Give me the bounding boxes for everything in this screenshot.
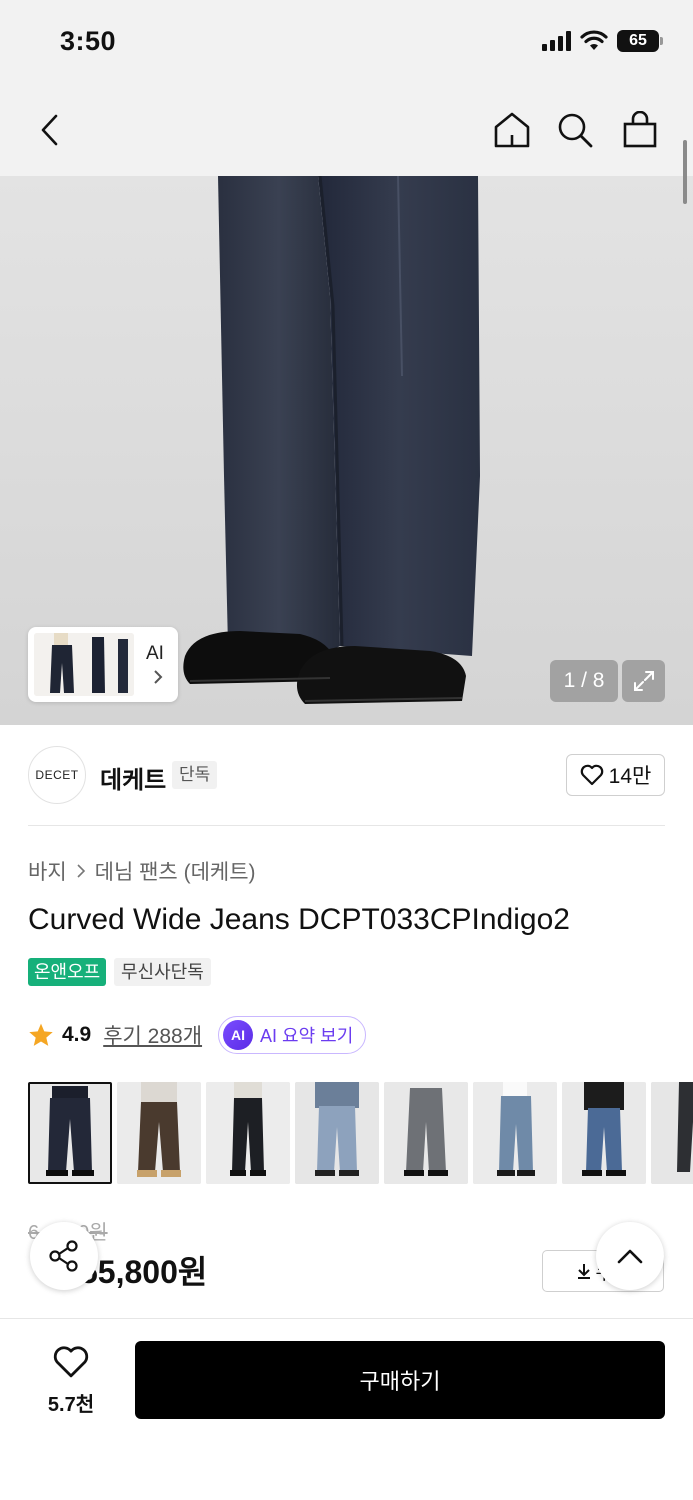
- bottom-action-bar: 5.7천 구매하기: [0, 1318, 693, 1500]
- breadcrumb-subcategory[interactable]: 데님 팬츠 (데케트): [95, 856, 256, 886]
- ai-badge-icon: AI: [223, 1020, 254, 1050]
- brand-like-count: 14만: [608, 765, 652, 788]
- breadcrumb: 바지 데님 팬츠 (데케트): [28, 856, 256, 886]
- brand-logo-text: DECET: [35, 768, 79, 782]
- brand-logo[interactable]: DECET: [28, 746, 86, 804]
- review-count-link[interactable]: 후기 288개: [103, 1020, 202, 1050]
- thumbnail-6[interactable]: [473, 1082, 557, 1184]
- star-icon: [29, 1023, 53, 1046]
- current-price: 55,800원: [80, 1254, 208, 1290]
- wishlist-button[interactable]: 5.7천: [30, 1345, 112, 1417]
- share-button[interactable]: [30, 1222, 98, 1290]
- share-icon: [49, 1240, 78, 1272]
- expand-image-button[interactable]: [622, 660, 665, 702]
- brand-name[interactable]: 데케트: [100, 760, 166, 795]
- thumbnail-5[interactable]: [384, 1082, 468, 1184]
- product-title: Curved Wide Jeans DCPT033CPIndigo2: [28, 903, 570, 936]
- home-button[interactable]: [490, 108, 534, 152]
- heart-icon: [53, 1346, 89, 1378]
- thumbnail-8[interactable]: [651, 1082, 693, 1184]
- status-time: 3:50: [60, 26, 117, 56]
- back-icon: [41, 114, 58, 146]
- chevron-right-icon: [152, 669, 164, 690]
- status-bar: 3:50 65: [0, 0, 693, 88]
- home-icon: [494, 112, 530, 148]
- battery-indicator: 65: [617, 30, 663, 52]
- thumbnail-4[interactable]: [295, 1082, 379, 1184]
- image-page-counter: 1 / 8: [550, 660, 618, 702]
- brand-like-button[interactable]: 14만: [566, 754, 665, 796]
- ai-style-label: AI: [146, 643, 164, 664]
- top-nav: [0, 88, 693, 176]
- chevron-up-icon: [617, 1249, 643, 1264]
- heart-icon: [580, 764, 603, 786]
- rating-row: 4.9 후기 288개 AI AI 요약 보기: [28, 1016, 367, 1054]
- thumbnail-strip: [28, 1082, 693, 1186]
- thumbnail-2[interactable]: [117, 1082, 201, 1184]
- musinsa-exclusive-badge: 무신사단독: [114, 958, 211, 986]
- ai-style-thumbnail: [34, 633, 134, 696]
- wishlist-count: 5.7천: [47, 1394, 95, 1416]
- expand-icon: [633, 671, 654, 691]
- back-button[interactable]: [28, 108, 72, 152]
- thumbnail-3[interactable]: [206, 1082, 290, 1184]
- cart-button[interactable]: [618, 108, 662, 152]
- download-icon: [577, 1264, 590, 1279]
- breadcrumb-category[interactable]: 바지: [28, 856, 67, 886]
- search-icon: [558, 113, 593, 148]
- ai-style-card[interactable]: AI: [28, 627, 178, 702]
- wifi-icon: [580, 30, 608, 50]
- scroll-indicator: [683, 140, 687, 204]
- chevron-right-icon: [77, 864, 85, 878]
- thumbnail-7[interactable]: [562, 1082, 646, 1184]
- onandoff-badge: 온앤오프: [28, 958, 107, 986]
- rating-value: 4.9: [62, 1023, 92, 1046]
- divider: [28, 825, 665, 826]
- cellular-signal-icon: [542, 31, 571, 51]
- exclusive-tag: 단독: [172, 761, 218, 789]
- status-icons: 65: [542, 30, 663, 52]
- scroll-top-button[interactable]: [596, 1222, 664, 1290]
- search-button[interactable]: [553, 108, 597, 152]
- shopping-bag-icon: [623, 111, 657, 148]
- ai-summary-label: AI 요약 보기: [260, 1026, 354, 1046]
- thumbnail-1[interactable]: [28, 1082, 112, 1184]
- ai-summary-button[interactable]: AI AI 요약 보기: [218, 1016, 367, 1054]
- buy-button[interactable]: 구매하기: [135, 1341, 665, 1419]
